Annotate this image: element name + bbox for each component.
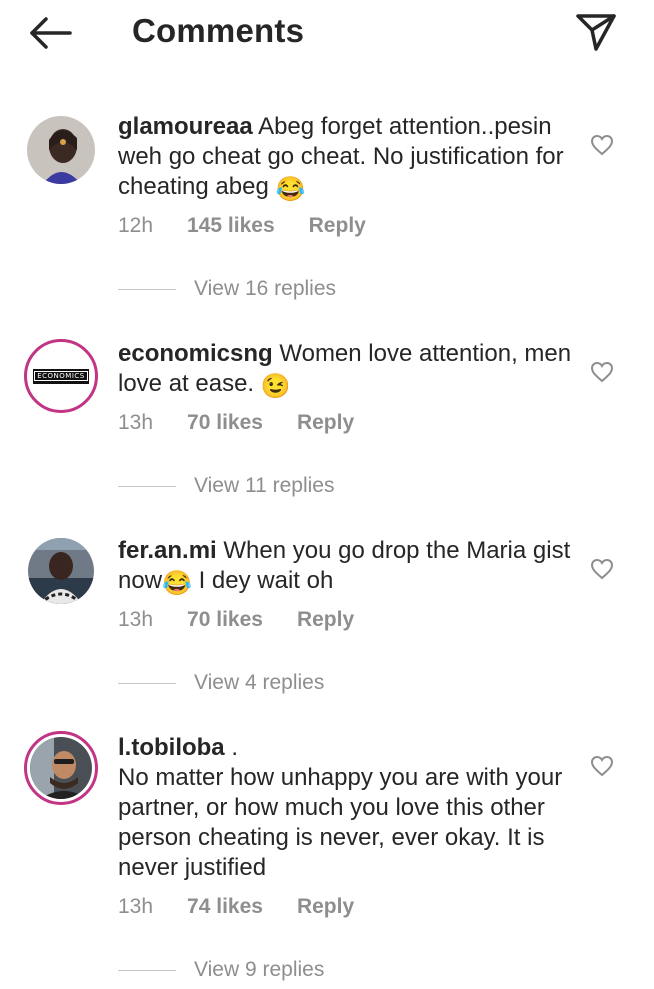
comment-meta: 13h 74 likes Reply <box>118 895 388 919</box>
divider-line <box>118 682 176 684</box>
avatar-image <box>27 116 95 184</box>
page-title: Comments <box>132 12 305 49</box>
view-replies-button[interactable]: View 16 replies <box>118 277 336 301</box>
view-replies-label: View 4 replies <box>194 671 325 694</box>
view-replies-label: View 9 replies <box>194 958 325 981</box>
logo-box: ECONOMICS <box>33 368 89 384</box>
comment-body-continued: No matter how unhappy you are with your … <box>118 764 563 881</box>
likes-count[interactable]: 70 likes <box>187 411 263 435</box>
logo-text: ECONOMICS <box>34 371 88 381</box>
avatar[interactable]: ECONOMICS <box>24 339 98 413</box>
comment-body-continued: I dey wait oh <box>191 567 334 594</box>
comment-time: 13h <box>118 895 154 918</box>
comment-text: l.tobiloba . No matter how unhappy you ar… <box>118 733 588 883</box>
avatar-image <box>30 737 92 799</box>
view-replies-label: View 11 replies <box>194 474 335 497</box>
likes-count[interactable]: 70 likes <box>187 608 263 632</box>
heart-outline-icon <box>590 755 614 777</box>
heart-outline-icon <box>590 558 614 580</box>
comment-username[interactable]: fer.an.mi <box>118 537 217 564</box>
header: Comments <box>0 0 654 70</box>
avatar-logo: ECONOMICS <box>30 345 92 407</box>
avatar[interactable] <box>27 116 95 184</box>
share-button[interactable] <box>574 12 618 52</box>
comment-username[interactable]: l.tobiloba <box>118 734 225 761</box>
comment-meta: 13h 70 likes Reply <box>118 411 388 435</box>
laughing-emoji-icon: 😂 <box>162 570 192 597</box>
avatar-image <box>28 538 94 604</box>
view-replies-button[interactable]: View 4 replies <box>118 671 324 695</box>
avatar[interactable] <box>24 731 98 805</box>
view-replies-label: View 16 replies <box>194 277 337 300</box>
comment-time: 13h <box>118 411 154 434</box>
comment-username[interactable]: economicsng <box>118 340 273 367</box>
avatar[interactable] <box>28 538 94 604</box>
comment-text: economicsng Women love attention, men lo… <box>118 339 588 402</box>
likes-count[interactable]: 74 likes <box>187 895 263 919</box>
comment-username[interactable]: glamoureaa <box>118 113 253 140</box>
back-button[interactable] <box>28 14 74 52</box>
likes-count[interactable]: 145 likes <box>187 214 275 238</box>
comment-text: glamoureaa Abeg forget attention..pesin … <box>118 112 588 205</box>
comment-text: fer.an.mi When you go drop the Maria gis… <box>118 536 588 599</box>
comment-time: 12h <box>118 214 154 237</box>
comment-meta: 13h 70 likes Reply <box>118 608 388 632</box>
heart-outline-icon <box>590 134 614 156</box>
like-button[interactable] <box>590 755 614 777</box>
comment-body: . <box>224 734 238 761</box>
like-button[interactable] <box>590 134 614 156</box>
divider-line <box>118 485 176 487</box>
divider-line <box>118 969 176 971</box>
laughing-emoji-icon: 😂 <box>275 176 306 203</box>
arrow-left-icon <box>30 17 72 49</box>
like-button[interactable] <box>590 361 614 383</box>
comment-time: 13h <box>118 608 154 631</box>
reply-button[interactable]: Reply <box>309 214 366 238</box>
comment-meta: 12h 145 likes Reply <box>118 214 400 238</box>
reply-button[interactable]: Reply <box>297 411 354 435</box>
view-replies-button[interactable]: View 9 replies <box>118 958 324 982</box>
reply-button[interactable]: Reply <box>297 895 354 919</box>
heart-outline-icon <box>590 361 614 383</box>
avatar-photo <box>30 737 92 799</box>
divider-line <box>118 288 176 290</box>
winking-emoji-icon: 😉 <box>260 373 291 400</box>
reply-button[interactable]: Reply <box>297 608 354 632</box>
view-replies-button[interactable]: View 11 replies <box>118 474 334 498</box>
like-button[interactable] <box>590 558 614 580</box>
paper-plane-icon <box>576 14 616 51</box>
